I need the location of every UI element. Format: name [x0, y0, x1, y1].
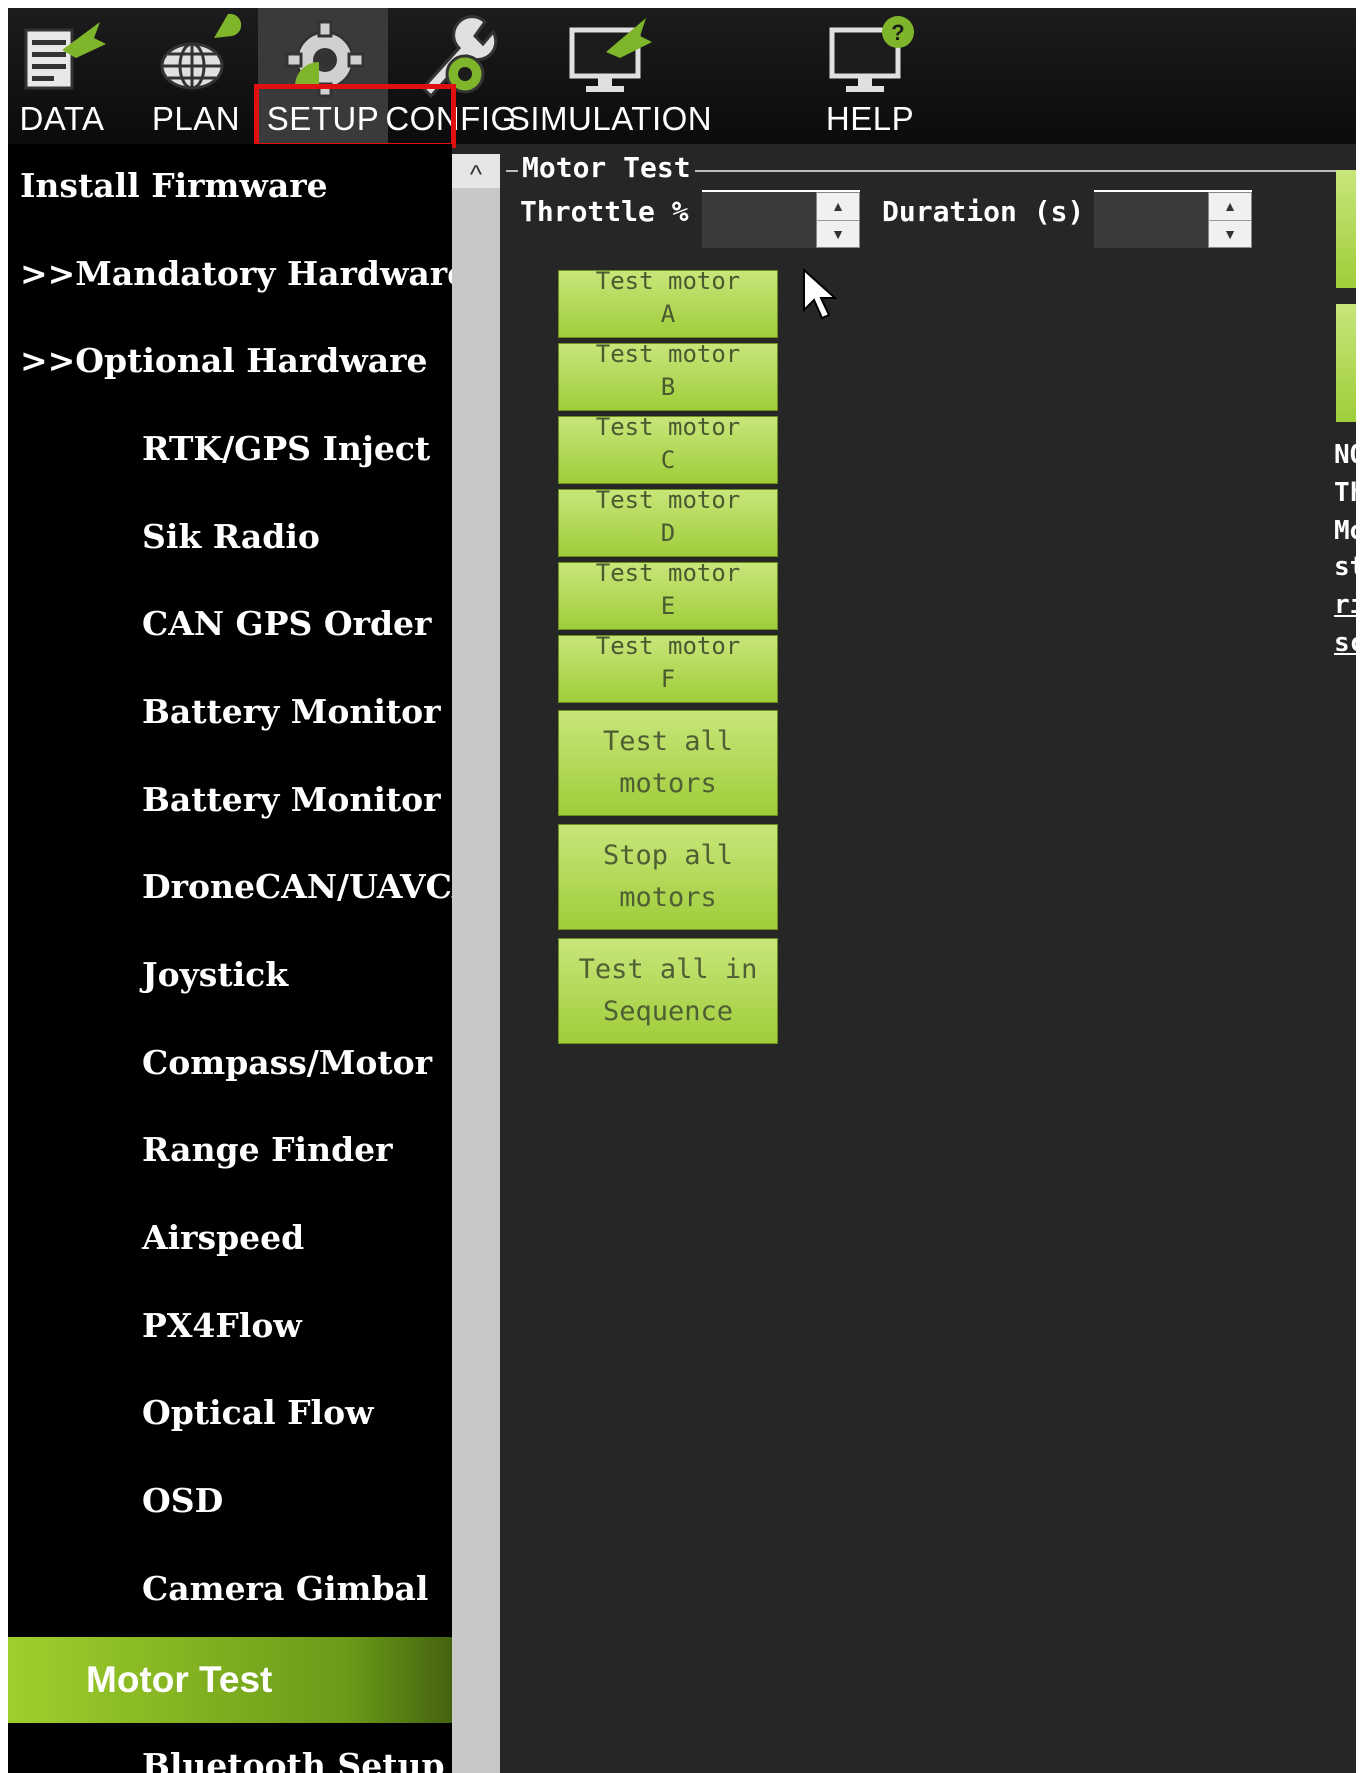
- toolbar-plan-button[interactable]: PLAN: [134, 8, 258, 144]
- button-text: Test motor: [595, 562, 741, 587]
- test-motor-e-button[interactable]: Test motor E: [558, 562, 778, 630]
- button-text: Test motor: [595, 635, 741, 660]
- sidebar-item-joystick[interactable]: Joystick: [8, 933, 452, 1017]
- test-motor-f-button[interactable]: Test motor F: [558, 635, 778, 703]
- duration-input[interactable]: ▲ ▼: [1094, 190, 1252, 248]
- sidebar-item-can-gps-order[interactable]: CAN GPS Order: [8, 582, 452, 666]
- button-text: motors: [619, 768, 717, 799]
- right-action-button-2[interactable]: [1336, 304, 1356, 422]
- spinner-up-icon[interactable]: ▲: [817, 193, 859, 220]
- sidebar-item-sik-radio[interactable]: Sik Radio: [8, 495, 452, 579]
- spinner-up-icon[interactable]: ▲: [1209, 193, 1251, 220]
- sidebar-item-dronecan-uavcan[interactable]: DroneCAN/UAVCAN: [8, 845, 452, 929]
- spinner-down-icon[interactable]: ▼: [1209, 220, 1251, 248]
- duration-label: Duration (s): [882, 195, 1085, 228]
- button-text: Test motor: [595, 416, 741, 441]
- motor-test-group-title: Motor Test: [518, 150, 695, 186]
- sidebar-item-airspeed[interactable]: Airspeed: [8, 1196, 452, 1280]
- mouse-cursor-icon: [803, 268, 838, 320]
- test-all-in-sequence-button[interactable]: Test all in Sequence: [558, 938, 778, 1044]
- sidebar-item-compass-motor[interactable]: Compass/Motor: [8, 1021, 452, 1105]
- button-text: F: [660, 665, 676, 693]
- plan-globe-icon: [160, 13, 242, 90]
- sidebar-item-optical-flow[interactable]: Optical Flow: [8, 1371, 452, 1455]
- toolbar-plan-label: PLAN: [151, 100, 241, 137]
- note-text-line: Mo: [1334, 516, 1356, 546]
- help-monitor-icon: ?: [829, 16, 914, 92]
- svg-text:?: ?: [891, 20, 904, 45]
- button-text: C: [660, 446, 676, 474]
- throttle-label: Throttle %: [520, 195, 689, 228]
- sidebar-item-motor-test[interactable]: Motor Test: [8, 1637, 452, 1723]
- button-text: Test motor: [595, 343, 741, 368]
- sidebar-item-mandatory-hardware[interactable]: >>Mandatory Hardware: [8, 232, 452, 316]
- throttle-input[interactable]: ▲ ▼: [702, 190, 860, 248]
- right-action-button-1[interactable]: [1336, 170, 1356, 288]
- test-motor-d-button[interactable]: Test motor D: [558, 489, 778, 557]
- scroll-up-arrow-icon[interactable]: ^: [452, 154, 500, 189]
- test-motor-b-button[interactable]: Test motor B: [558, 343, 778, 411]
- button-text: Test all: [602, 726, 734, 757]
- note-text-line: Th: [1334, 478, 1356, 508]
- note-link[interactable]: ri: [1334, 586, 1356, 624]
- test-motor-a-button[interactable]: Test motor A: [558, 270, 778, 338]
- button-text: E: [660, 592, 676, 620]
- button-text: D: [660, 519, 676, 547]
- button-text: B: [660, 373, 676, 401]
- button-text: Stop all: [602, 840, 734, 871]
- spinner-down-icon[interactable]: ▼: [817, 220, 859, 248]
- button-text: A: [660, 300, 676, 328]
- button-text: Sequence: [602, 996, 734, 1027]
- button-text: motors: [619, 882, 717, 913]
- setup-highlight-box: [254, 84, 456, 148]
- toolbar-simulation-label: SIMULATION: [507, 100, 713, 137]
- note-link[interactable]: sc: [1334, 624, 1356, 662]
- setup-sidebar: Install Firmware >>Mandatory Hardware >>…: [8, 144, 452, 1773]
- motor-test-panel: Motor Test Throttle % ▲ ▼ Duration (s) ▲…: [500, 144, 1356, 1773]
- sidebar-item-rtk-gps-inject[interactable]: RTK/GPS Inject: [8, 407, 452, 491]
- note-text-line: st: [1334, 552, 1356, 582]
- mission-planner-window: DATA PLAN SETUP CONFIG SIMULATION ? HELP…: [8, 8, 1356, 1773]
- toolbar-data-label: DATA: [19, 100, 105, 137]
- sidebar-item-osd[interactable]: OSD: [8, 1459, 452, 1543]
- test-motor-c-button[interactable]: Test motor C: [558, 416, 778, 484]
- sidebar-item-range-finder[interactable]: Range Finder: [8, 1108, 452, 1192]
- sidebar-item-battery-monitor-2[interactable]: Battery Monitor: [8, 758, 452, 842]
- sidebar-item-camera-gimbal[interactable]: Camera Gimbal: [8, 1547, 452, 1631]
- simulation-monitor-icon: [569, 18, 652, 92]
- toolbar-data-button[interactable]: DATA: [8, 8, 116, 144]
- toolbar-help-button[interactable]: ? HELP: [808, 8, 932, 144]
- top-toolbar: DATA PLAN SETUP CONFIG SIMULATION ? HELP: [8, 8, 1356, 148]
- data-icon: [24, 22, 106, 90]
- toolbar-help-label: HELP: [825, 100, 915, 137]
- note-text-line: NO: [1334, 440, 1356, 470]
- button-text: Test motor: [595, 270, 741, 295]
- button-text: Test all in: [578, 954, 758, 985]
- test-all-motors-button[interactable]: Test all motors: [558, 710, 778, 816]
- stop-all-motors-button[interactable]: Stop all motors: [558, 824, 778, 930]
- duration-spinner[interactable]: ▲ ▼: [1208, 192, 1252, 248]
- button-text: Test motor: [595, 489, 741, 514]
- throttle-spinner[interactable]: ▲ ▼: [816, 192, 860, 248]
- sidebar-item-optional-hardware[interactable]: >>Optional Hardware: [8, 319, 452, 403]
- sidebar-item-bluetooth-setup[interactable]: Bluetooth Setup: [8, 1724, 452, 1773]
- sidebar-scrollbar[interactable]: ^: [452, 154, 500, 1773]
- sidebar-item-px4flow[interactable]: PX4Flow: [8, 1284, 452, 1368]
- toolbar-simulation-button[interactable]: SIMULATION: [508, 8, 712, 144]
- sidebar-item-install-firmware[interactable]: Install Firmware: [8, 144, 452, 228]
- sidebar-item-battery-monitor[interactable]: Battery Monitor: [8, 670, 452, 754]
